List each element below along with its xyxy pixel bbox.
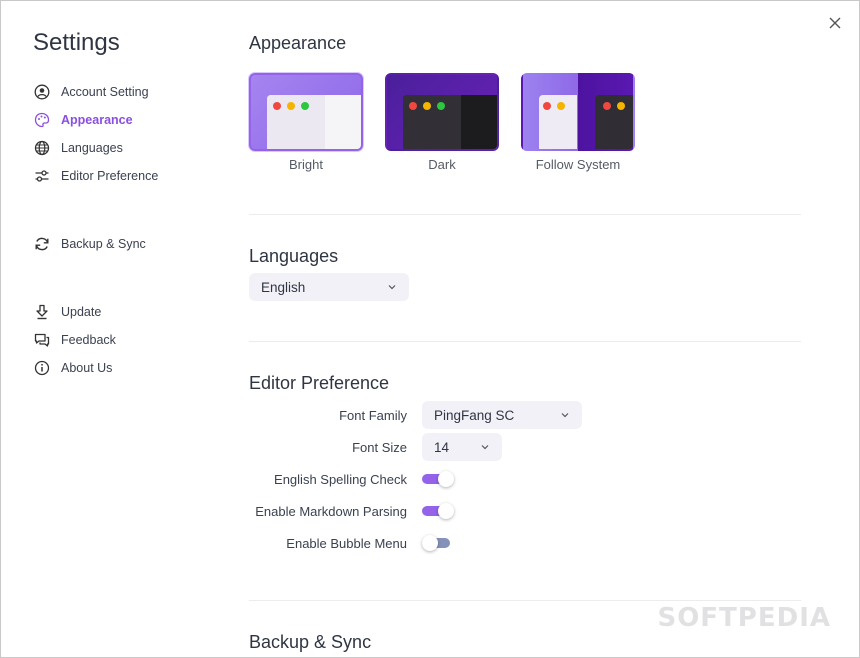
sidebar-item-label: Appearance — [61, 113, 133, 127]
section-divider — [249, 600, 801, 601]
sliders-icon — [33, 167, 51, 185]
sidebar-item-feedback[interactable]: Feedback — [33, 326, 223, 354]
editor-preference-heading: Editor Preference — [249, 373, 390, 393]
sidebar-title: Settings — [33, 29, 120, 56]
section-divider — [249, 214, 801, 215]
appearance-heading: Appearance — [249, 33, 347, 53]
chevron-down-icon — [561, 413, 569, 418]
watermark: SOFTPEDIA — [657, 603, 831, 633]
markdown-parsing-row: Enable Markdown Parsing — [249, 498, 801, 524]
theme-options: Bright Dark Follow System — [249, 73, 635, 172]
sidebar-item-label: Account Setting — [61, 85, 149, 99]
sidebar-item-label: Languages — [61, 141, 123, 155]
globe-icon — [33, 139, 51, 157]
spelling-check-toggle[interactable] — [422, 471, 454, 487]
chevron-down-icon — [481, 445, 489, 450]
sidebar-item-about-us[interactable]: About Us — [33, 354, 223, 382]
font-size-row: Font Size 14 — [249, 433, 801, 461]
font-family-value: PingFang SC — [434, 407, 515, 423]
sidebar-item-label: About Us — [61, 361, 113, 375]
font-family-row: Font Family PingFang SC — [249, 401, 801, 429]
font-family-label: Font Family — [339, 407, 407, 423]
sidebar-item-label: Update — [61, 305, 102, 319]
theme-preview-bright — [249, 73, 363, 151]
backup-sync-heading: Backup & Sync — [249, 632, 372, 652]
sidebar-item-label: Feedback — [61, 333, 116, 347]
chat-icon — [33, 331, 51, 349]
theme-label: Dark — [428, 157, 456, 172]
sidebar-item-editor-preference[interactable]: Editor Preference — [33, 162, 223, 190]
settings-window: Settings Account Setting Appearance Lang… — [0, 0, 860, 658]
language-select-value: English — [261, 279, 306, 295]
theme-option-follow-system[interactable]: Follow System — [521, 73, 635, 172]
download-icon — [33, 303, 51, 321]
markdown-parsing-toggle[interactable] — [422, 503, 454, 519]
spelling-check-label: English Spelling Check — [274, 471, 407, 487]
info-icon — [33, 359, 51, 377]
palette-icon — [33, 111, 51, 129]
languages-heading: Languages — [249, 246, 339, 266]
sidebar-item-label: Editor Preference — [61, 169, 159, 183]
theme-preview-follow-system — [521, 73, 635, 151]
sidebar-item-account-setting[interactable]: Account Setting — [33, 78, 223, 106]
language-select[interactable]: English — [249, 273, 409, 301]
sidebar: Settings Account Setting Appearance Lang… — [33, 29, 223, 382]
user-circle-icon — [33, 83, 51, 101]
theme-label: Follow System — [535, 157, 621, 172]
sync-icon — [33, 235, 51, 253]
close-button[interactable] — [825, 13, 845, 33]
spelling-check-row: English Spelling Check — [249, 466, 801, 492]
sidebar-item-languages[interactable]: Languages — [33, 134, 223, 162]
sidebar-item-label: Backup & Sync — [61, 237, 146, 251]
sidebar-item-appearance[interactable]: Appearance — [33, 106, 223, 134]
font-size-value: 14 — [434, 439, 450, 455]
font-size-select[interactable]: 14 — [422, 433, 502, 461]
chevron-down-icon — [388, 285, 396, 290]
bubble-menu-label: Enable Bubble Menu — [286, 535, 407, 551]
theme-preview-dark — [385, 73, 499, 151]
settings-content: Appearance Bright Dark Follow System Lan… — [249, 1, 801, 657]
sidebar-item-backup-sync[interactable]: Backup & Sync — [33, 230, 223, 258]
close-icon — [829, 17, 841, 29]
theme-option-bright[interactable]: Bright — [249, 73, 363, 172]
theme-label: Bright — [289, 157, 323, 172]
bubble-menu-row: Enable Bubble Menu — [249, 530, 801, 556]
sidebar-item-update[interactable]: Update — [33, 298, 223, 326]
font-size-label: Font Size — [352, 439, 407, 455]
markdown-parsing-label: Enable Markdown Parsing — [255, 503, 407, 519]
section-divider — [249, 341, 801, 342]
font-family-select[interactable]: PingFang SC — [422, 401, 582, 429]
theme-option-dark[interactable]: Dark — [385, 73, 499, 172]
bubble-menu-toggle[interactable] — [422, 535, 454, 551]
